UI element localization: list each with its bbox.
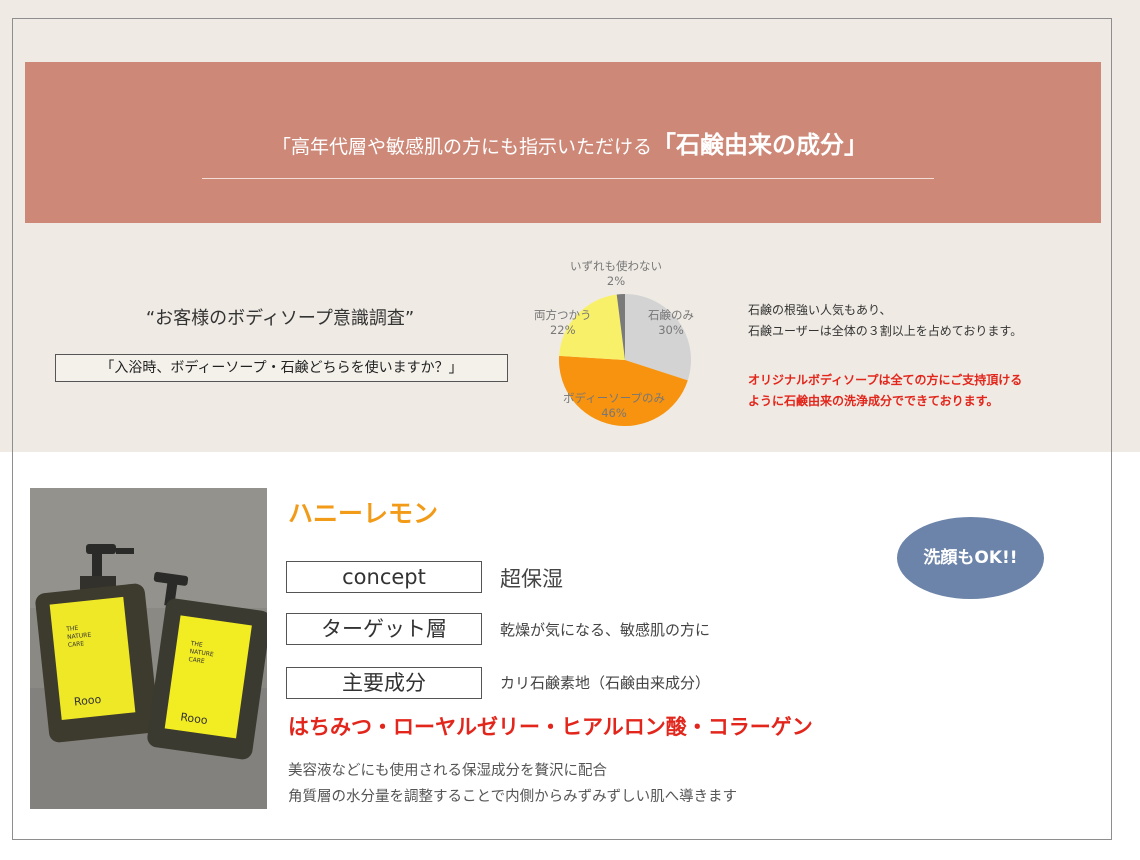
survey-note: 石鹸の根強い人気もあり、 石鹸ユーザーは全体の３割以上を占めております。 xyxy=(748,300,1022,342)
survey-highlight-line: オリジナルボディソープは全ての方にご支持頂ける xyxy=(748,373,1023,387)
spec-value-target: 乾燥が気になる、敏感肌の方に xyxy=(500,621,711,639)
pie-chart: いずれも使わない 2% 石鹸のみ 30% 両方つかう 22% ボディーソープのみ… xyxy=(530,255,730,430)
description-line: 角質層の水分量を調整することで内側からみずみずしい肌へ導きます xyxy=(288,789,738,805)
product-name: ハニーレモン xyxy=(288,499,439,528)
pie-label-both: 両方つかう 22% xyxy=(534,308,592,338)
pie-label-soap-name: 石鹸のみ xyxy=(648,308,694,322)
spec-label-ingredient: 主要成分 xyxy=(286,667,482,699)
spec-value-concept: 超保湿 xyxy=(500,567,563,591)
pie-label-bodysoap-value: 46% xyxy=(601,406,627,420)
pie-label-soap: 石鹸のみ 30% xyxy=(648,308,694,338)
survey-note-line: 石鹸の根強い人気もあり、 xyxy=(748,303,892,317)
pie-label-both-value: 22% xyxy=(549,323,576,337)
face-wash-ok-badge: 洗顔もOK!! xyxy=(897,517,1044,599)
description-line: 美容液などにも使用される保湿成分を贅沢に配合 xyxy=(288,763,607,779)
pie-label-bodysoap-name: ボディーソープのみ xyxy=(563,391,666,405)
banner-title-prefix: 「高年代層や敏感肌の方にも指示いただける xyxy=(271,136,652,158)
survey-highlight: オリジナルボディソープは全ての方にご支持頂ける ように石鹸由来の洗浄成分でできて… xyxy=(748,370,1022,412)
pie-label-none: いずれも使わない 2% xyxy=(570,259,662,289)
banner-title: 「高年代層や敏感肌の方にも指示いただける「石鹸由来の成分」 xyxy=(0,128,1140,164)
survey-question: 「入浴時、ボディーソープ・石鹸どちらを使いますか？」 xyxy=(55,354,508,382)
spec-value-ingredient: カリ石鹸素地（石鹸由来成分） xyxy=(500,674,711,692)
survey-highlight-line: ように石鹸由来の洗浄成分でできております。 xyxy=(748,394,999,408)
banner-title-emphasis: 「石鹸由来の成分」 xyxy=(652,131,868,159)
pie-label-bodysoap: ボディーソープのみ 46% xyxy=(563,391,665,421)
pie-label-none-name: いずれも使わない xyxy=(570,259,662,273)
banner-underline xyxy=(202,178,934,179)
pie-label-soap-value: 30% xyxy=(658,323,684,337)
product-photo: THE NATURE CARE Rooo THE NATURE CARE Roo… xyxy=(30,488,267,809)
survey-note-line: 石鹸ユーザーは全体の３割以上を占めております。 xyxy=(748,324,1023,338)
survey-title: “お客様のボディソープ意識調査” xyxy=(145,308,415,329)
pie-label-none-value: 2% xyxy=(606,274,626,288)
pie-label-both-name: 両方つかう xyxy=(534,308,592,322)
bottle1-brand-line: THE xyxy=(65,625,79,633)
spec-label-target: ターゲット層 xyxy=(286,613,482,645)
key-ingredients: はちみつ・ローヤルゼリー・ヒアルロン酸・コラーゲン xyxy=(288,715,813,739)
product-description: 美容液などにも使用される保湿成分を贅沢に配合 角質層の水分量を調整することで内側… xyxy=(288,758,737,810)
product-bottles-image: THE NATURE CARE Rooo THE NATURE CARE Roo… xyxy=(30,488,267,809)
spec-label-concept: concept xyxy=(286,561,482,593)
